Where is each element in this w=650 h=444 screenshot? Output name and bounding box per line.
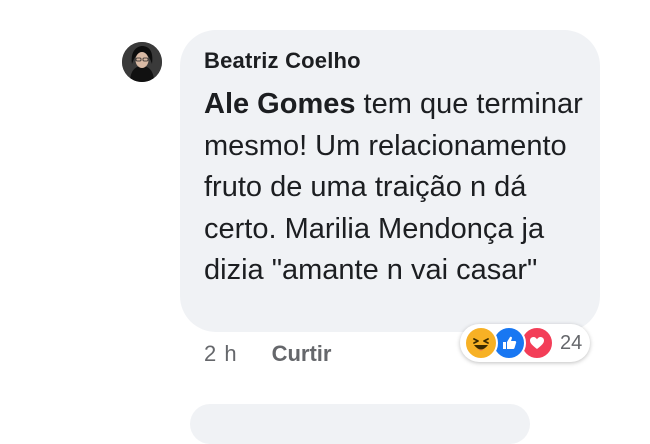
reactions-summary[interactable]: 24 (460, 324, 591, 362)
next-comment-bubble (190, 404, 530, 444)
comment-bubble: Beatriz Coelho Ale Gomes tem que termina… (180, 30, 600, 332)
comment-author[interactable]: Beatriz Coelho (204, 48, 361, 74)
comment-timestamp[interactable]: 2 h (204, 341, 238, 367)
avatar[interactable] (122, 42, 162, 82)
comment-meta: 2 h Curtir (204, 341, 331, 367)
comment-text: Ale Gomes tem que terminar mesmo! Um rel… (204, 84, 584, 292)
haha-icon (464, 326, 498, 360)
avatar-photo (122, 42, 162, 82)
reaction-count: 24 (560, 331, 583, 354)
mention-link[interactable]: Ale Gomes (204, 88, 356, 120)
like-button[interactable]: Curtir (272, 341, 332, 367)
